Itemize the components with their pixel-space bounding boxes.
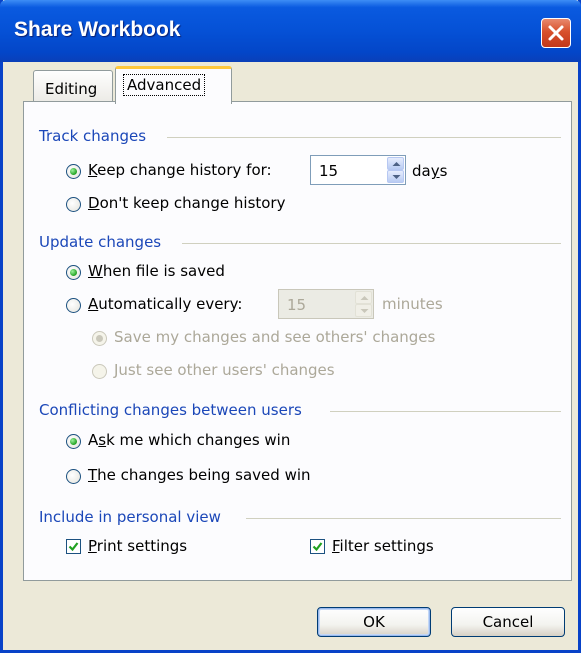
group-divider [330,411,561,412]
track-changes-heading: Track changes [39,127,147,145]
save-and-see-radio [92,331,107,346]
tab-advanced-label: Advanced [122,74,206,96]
spin-down-button [355,304,372,317]
spin-up-arrow-icon [392,162,401,166]
minutes-unit-label: minutes [382,295,443,313]
group-divider [167,137,561,138]
history-days-value[interactable]: 15 [319,162,338,180]
auto-every-label[interactable]: Automatically every: [88,295,242,313]
filter-settings-label[interactable]: Filter settings [332,537,434,555]
filter-settings-checkbox[interactable] [310,539,325,554]
keep-history-radio[interactable] [66,164,81,179]
tab-advanced[interactable]: Advanced [115,66,232,104]
advanced-tab-panel: Track changes Keep change history for: 1… [23,101,572,581]
cancel-button[interactable]: Cancel [451,607,565,637]
when-saved-label[interactable]: When file is saved [88,262,225,280]
print-settings-checkbox[interactable] [66,539,81,554]
personal-view-heading: Include in personal view [39,508,221,526]
close-icon [548,25,564,41]
update-changes-heading: Update changes [39,233,162,251]
auto-minutes-spinner: 15 [278,289,374,319]
ask-me-radio[interactable] [66,434,81,449]
changes-saved-win-label[interactable]: The changes being saved win [88,466,311,484]
spin-up-button [355,291,372,304]
group-divider [246,518,561,519]
spin-down-arrow-icon [360,309,369,313]
window-title: Share Workbook [14,18,181,41]
just-see-label: Just see other users' changes [114,361,335,379]
keep-history-label[interactable]: Keep change history for: [88,161,272,179]
checkmark-icon [68,542,79,552]
dont-keep-history-label[interactable]: Don't keep change history [88,194,285,212]
days-unit-label: days [412,162,448,180]
close-button[interactable] [541,18,571,48]
title-bar[interactable]: Share Workbook [0,0,581,62]
auto-every-radio[interactable] [66,298,81,313]
changes-saved-win-radio[interactable] [66,469,81,484]
when-saved-radio[interactable] [66,265,81,280]
spin-down-button[interactable] [387,170,404,183]
ok-button[interactable]: OK [317,607,431,637]
spin-up-arrow-icon [360,296,369,300]
spin-down-arrow-icon [392,175,401,179]
tab-editing-label: Editing [45,80,98,98]
save-and-see-label: Save my changes and see others' changes [114,328,436,346]
history-days-spinner[interactable]: 15 [310,155,406,185]
checkmark-icon [312,542,323,552]
spin-up-button[interactable] [387,157,404,170]
print-settings-label[interactable]: Print settings [88,537,187,555]
tab-editing[interactable]: Editing [33,70,113,102]
ask-me-label[interactable]: Ask me which changes win [88,431,290,449]
group-divider [182,243,561,244]
just-see-radio [92,364,107,379]
share-workbook-dialog: Share Workbook Editing Advanced Track ch… [0,0,581,653]
dont-keep-history-radio[interactable] [66,197,81,212]
conflicting-changes-heading: Conflicting changes between users [39,401,302,419]
auto-minutes-value: 15 [287,296,307,314]
